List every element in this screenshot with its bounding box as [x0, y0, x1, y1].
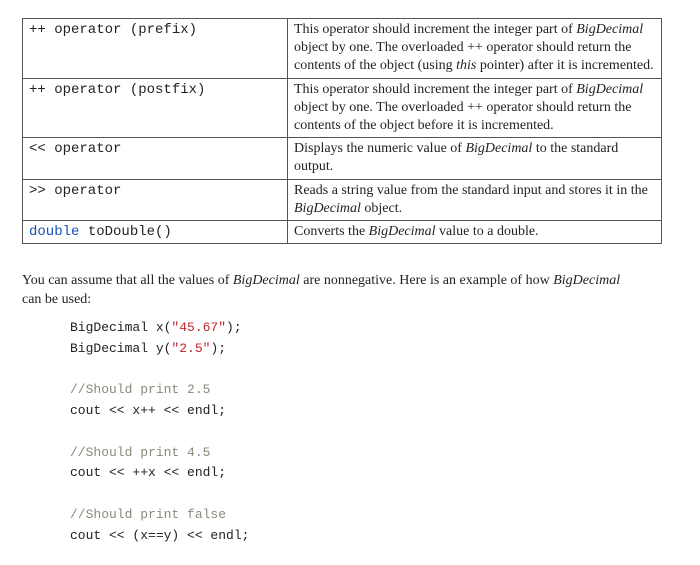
table-row: double toDouble() Converts the BigDecima…: [23, 220, 662, 243]
table-row: ++ operator (prefix) This operator shoul…: [23, 19, 662, 79]
op-label: << operator: [23, 138, 288, 179]
op-label: ++ operator (postfix): [23, 78, 288, 138]
table-row: ++ operator (postfix) This operator shou…: [23, 78, 662, 138]
op-desc: This operator should increment the integ…: [288, 78, 662, 138]
op-desc: Converts the BigDecimal value to a doubl…: [288, 220, 662, 243]
op-desc: This operator should increment the integ…: [288, 19, 662, 79]
op-desc: Displays the numeric value of BigDecimal…: [288, 138, 662, 179]
table-row: >> operator Reads a string value from th…: [23, 179, 662, 220]
code-sample: BigDecimal x("45.67"); BigDecimal y("2.5…: [70, 318, 678, 547]
operator-table: ++ operator (prefix) This operator shoul…: [22, 18, 662, 244]
op-label: ++ operator (prefix): [23, 19, 288, 79]
table-row: << operator Displays the numeric value o…: [23, 138, 662, 179]
op-desc: Reads a string value from the standard i…: [288, 179, 662, 220]
prose-paragraph: You can assume that all the values of Bi…: [22, 272, 642, 310]
op-label: >> operator: [23, 179, 288, 220]
op-label: double toDouble(): [23, 220, 288, 243]
